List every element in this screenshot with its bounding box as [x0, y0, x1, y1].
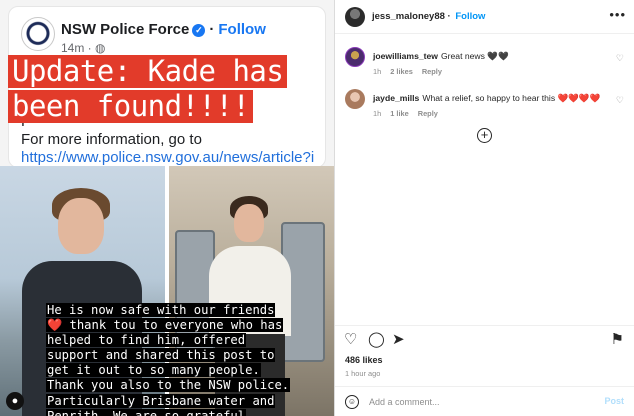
verified-icon: ✓: [192, 24, 206, 37]
comment-item: jayde_mills What a relief, so happy to he…: [335, 87, 634, 123]
share-icon[interactable]: ➤: [392, 332, 405, 348]
more-options-icon[interactable]: •••: [609, 7, 626, 22]
fb-body-line: For more information, go to: [21, 131, 202, 148]
comment-text: Great news 🖤🖤: [440, 51, 509, 61]
comment-time: 1h: [373, 109, 382, 118]
post-image[interactable]: NSW Police Force✓·Follow 14m · ◍ a P For…: [0, 0, 335, 416]
fb-follow-label: Follow: [218, 21, 266, 38]
action-bar: ♡ ◯ ➤ ⚑: [335, 325, 634, 353]
post-author-username[interactable]: jess_maloney88: [372, 11, 445, 22]
heart-icon[interactable]: ♡: [616, 53, 624, 64]
update-banner-line-1: Update: Kade has: [8, 55, 288, 88]
like-heart-icon[interactable]: ♡: [344, 332, 357, 348]
tagged-user-icon[interactable]: ●: [6, 392, 24, 410]
fb-post-time: 14m: [61, 41, 85, 55]
post-comment-button[interactable]: Post: [604, 396, 624, 406]
likes-count[interactable]: 486 likes: [345, 355, 383, 365]
comment-time: 1h: [373, 67, 382, 76]
comment-likes[interactable]: 2 likes: [390, 67, 413, 76]
comment-text: What a relief, so happy to hear this ❤️❤…: [422, 93, 601, 103]
comment-item: joewilliams_tew Great news 🖤🖤 1h 2 likes Re…: [335, 45, 634, 81]
follow-button[interactable]: Follow: [455, 11, 485, 22]
avatar[interactable]: [345, 89, 365, 109]
fb-page-name: NSW Police Force: [61, 21, 190, 38]
comment-username[interactable]: joewilliams_tew: [373, 51, 438, 61]
reply-button[interactable]: Reply: [422, 67, 442, 76]
comment-input[interactable]: [369, 394, 569, 410]
comment-likes[interactable]: 1 like: [390, 109, 409, 118]
emoji-icon[interactable]: ☺: [345, 395, 359, 409]
post-timestamp: 1 hour ago: [345, 369, 381, 378]
globe-icon: ◍: [95, 41, 106, 55]
avatar[interactable]: [345, 7, 365, 27]
story-caption: He is now safe with our friends ❤️ thank…: [46, 303, 292, 416]
update-banner-line-2: been found!!!!: [8, 90, 254, 123]
bookmark-icon[interactable]: ⚑: [611, 332, 624, 348]
comment-username[interactable]: jayde_mills: [373, 93, 419, 103]
comment-icon[interactable]: ◯: [368, 332, 385, 348]
add-comment-bar: ☺ Post: [335, 386, 634, 416]
heart-icon[interactable]: ♡: [616, 95, 624, 106]
instagram-side-panel: jess_maloney88 · Follow ••• joewilliams_…: [335, 0, 634, 416]
avatar[interactable]: [345, 47, 365, 67]
post-header: jess_maloney88 · Follow •••: [335, 0, 634, 34]
reply-button[interactable]: Reply: [418, 109, 438, 118]
nsw-police-logo: [21, 17, 55, 51]
load-more-comments-icon[interactable]: +: [477, 128, 492, 143]
